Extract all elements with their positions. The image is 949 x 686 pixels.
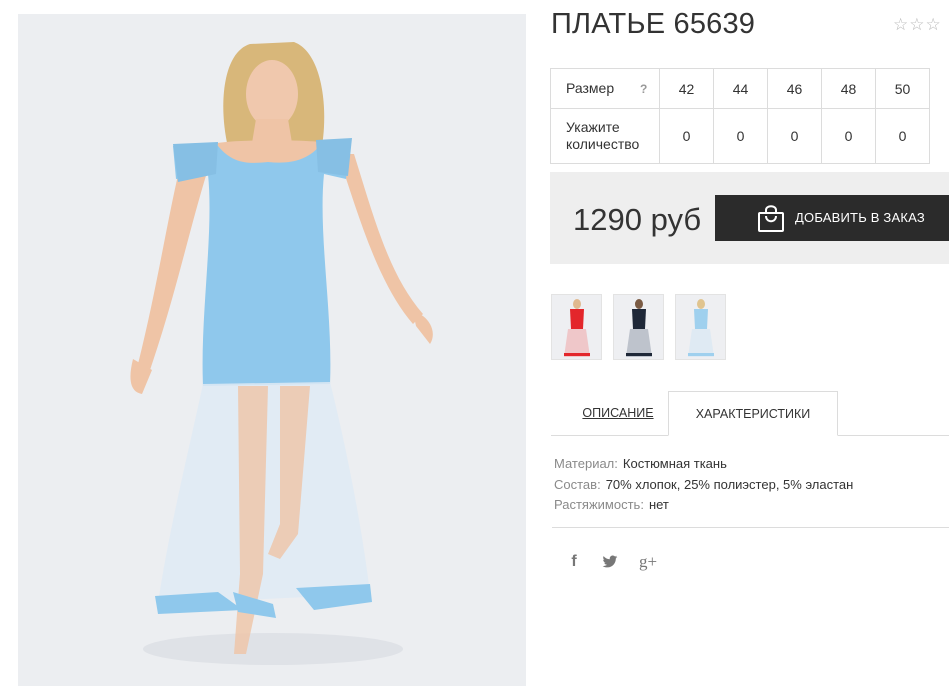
price-box: 1290 руб ДОБАВИТЬ В ЗАКАЗ	[550, 172, 949, 264]
price-value: 1290 руб	[573, 202, 702, 237]
spec-row: Состав: 70% хлопок, 25% полиэстер, 5% эла…	[554, 475, 853, 496]
spec-key: Материал:	[554, 456, 618, 471]
size-cell: 48	[821, 68, 876, 109]
help-icon[interactable]: ?	[640, 81, 647, 98]
spec-row: Материал: Костюмная ткань	[554, 454, 853, 475]
twitter-icon[interactable]	[598, 550, 622, 574]
tab-description[interactable]: ОПИСАНИЕ	[565, 391, 671, 436]
product-title: ПЛАТЬЕ 65639	[551, 8, 756, 40]
quantity-row: Укажите количество 0 0 0 0 0	[550, 108, 930, 164]
thumbnail-red-dress[interactable]	[551, 294, 602, 360]
size-label-cell: Размер ?	[550, 68, 660, 109]
size-cell: 50	[875, 68, 930, 109]
size-row: Размер ? 42 44 46 48 50	[550, 68, 930, 109]
blue-dress-thumbnail-image	[676, 295, 725, 359]
size-table: Размер ? 42 44 46 48 50 Укажите количест…	[550, 68, 930, 164]
spec-key: Состав:	[554, 476, 601, 492]
tab-characteristics[interactable]: ХАРАКТЕРИСТИКИ	[668, 391, 838, 436]
thumbnail-blue-dress[interactable]	[675, 294, 726, 360]
quantity-input[interactable]: 0	[767, 108, 822, 164]
size-label: Размер	[566, 79, 615, 96]
model-in-blue-dress-image	[18, 14, 526, 686]
red-dress-thumbnail-image	[552, 295, 601, 359]
google-plus-icon[interactable]: g+	[636, 550, 660, 574]
add-to-order-button[interactable]: ДОБАВИТЬ В ЗАКАЗ	[715, 195, 949, 241]
add-to-order-label: ДОБАВИТЬ В ЗАКАЗ	[795, 210, 925, 225]
spec-value: нет	[648, 497, 669, 512]
quantity-input[interactable]: 0	[659, 108, 714, 164]
spec-value: 70% хлопок, 25% полиэстер, 5% эластан	[605, 476, 854, 492]
size-cell: 46	[767, 68, 822, 109]
spec-row: Растяжимость: нет	[554, 495, 853, 516]
product-tabs: ОПИСАНИЕ ХАРАКТЕРИСТИКИ	[551, 391, 949, 436]
facebook-icon[interactable]: f	[562, 550, 586, 574]
navy-dress-thumbnail-image	[614, 295, 663, 359]
spec-value: Костюмная ткань	[622, 456, 727, 471]
characteristics-list: Материал: Костюмная ткань Состав: 70% хлоп…	[554, 454, 853, 516]
quantity-input[interactable]: 0	[875, 108, 930, 164]
size-cell: 42	[659, 68, 714, 109]
thumbnail-navy-dress[interactable]	[613, 294, 664, 360]
divider	[552, 527, 949, 528]
shopping-bag-icon	[758, 205, 784, 232]
quantity-input[interactable]: 0	[821, 108, 876, 164]
quantity-label: Укажите количество	[550, 108, 660, 164]
product-main-photo[interactable]	[18, 14, 526, 686]
quantity-input[interactable]: 0	[713, 108, 768, 164]
size-cell: 44	[713, 68, 768, 109]
rating-stars-icon[interactable]: ☆☆☆	[893, 15, 942, 35]
twitter-bird-icon	[602, 555, 618, 568]
spec-key: Растяжимость:	[554, 497, 644, 512]
